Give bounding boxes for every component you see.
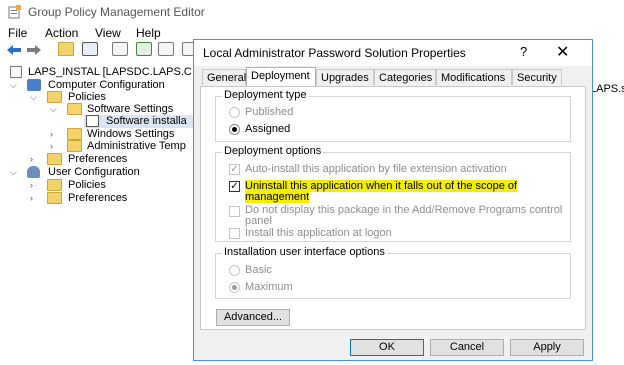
gpo-app-icon xyxy=(8,5,21,19)
up-folder-icon[interactable] xyxy=(58,42,74,56)
chevron-down-icon[interactable]: ⌵ xyxy=(50,104,57,115)
back-arrow-icon[interactable] xyxy=(6,44,22,56)
install-at-logon-label: Install this application at logon xyxy=(245,227,392,239)
tree-user-preferences[interactable]: › Preferences xyxy=(30,192,195,205)
chevron-right-icon[interactable]: › xyxy=(30,180,33,190)
tree-software-installation[interactable]: Software installa xyxy=(84,115,195,128)
folder-icon xyxy=(67,103,82,115)
chevron-down-icon[interactable]: ⌵ xyxy=(10,80,17,91)
tree-label: User Configuration xyxy=(48,166,140,178)
export-list-icon[interactable] xyxy=(158,42,174,56)
tree-label: Preferences xyxy=(68,192,128,204)
menu-action[interactable]: Action xyxy=(45,26,78,40)
tree-label: Administrative Temp xyxy=(87,140,186,152)
folder-icon xyxy=(67,140,82,152)
tree-label: Computer Configuration xyxy=(48,79,165,91)
tab-categories[interactable]: Categories xyxy=(374,69,436,85)
auto-install-label: Auto-install this application by file ex… xyxy=(245,163,507,175)
advanced-button[interactable]: Advanced... xyxy=(216,309,290,326)
menu-file[interactable]: File xyxy=(8,26,27,40)
apply-button[interactable]: Apply xyxy=(510,339,584,356)
console-tree: LAPS_INSTAL [LAPSDC.LAPS.C ⌵ Computer Co… xyxy=(0,62,195,362)
chevron-right-icon[interactable]: › xyxy=(30,193,33,203)
group-label: Deployment options xyxy=(222,145,324,157)
tab-general[interactable]: General xyxy=(202,69,246,85)
tree-label: Software Settings xyxy=(87,103,174,115)
auto-install-checkbox[interactable]: ✓ xyxy=(229,164,240,175)
no-display-label-line1: Do not display this package in the Add/R… xyxy=(245,204,563,216)
tab-security[interactable]: Security xyxy=(512,69,562,85)
chevron-right-icon[interactable]: › xyxy=(50,141,53,151)
chevron-down-icon[interactable]: ⌵ xyxy=(30,92,37,103)
user-icon xyxy=(27,166,40,178)
folder-icon xyxy=(47,192,62,204)
assigned-radio[interactable] xyxy=(229,124,240,135)
properties-dialog: Local Administrator Password Solution Pr… xyxy=(193,39,593,361)
maximum-radio[interactable] xyxy=(229,282,240,293)
maximum-label: Maximum xyxy=(245,281,293,293)
dialog-titlebar: Local Administrator Password Solution Pr… xyxy=(194,40,592,66)
group-label: Deployment type xyxy=(222,89,309,101)
refresh-icon[interactable] xyxy=(136,42,152,56)
folder-icon xyxy=(67,128,82,140)
folder-icon xyxy=(47,91,62,103)
editor-title: Group Policy Management Editor xyxy=(28,5,205,19)
published-radio[interactable] xyxy=(229,107,240,118)
basic-label: Basic xyxy=(245,264,272,276)
published-label: Published xyxy=(245,106,294,118)
computer-icon xyxy=(27,79,41,91)
folder-icon xyxy=(47,179,62,191)
deployment-type-group: Deployment type Published Assigned xyxy=(215,89,571,142)
tree-label: Software installa xyxy=(106,115,187,127)
ok-button[interactable]: OK xyxy=(350,339,424,356)
uninstall-checkbox[interactable]: ✓ xyxy=(229,181,240,192)
tree-label: Policies xyxy=(68,91,106,103)
editor-titlebar: Group Policy Management Editor xyxy=(0,0,624,24)
tab-deployment[interactable]: Deployment xyxy=(246,67,316,86)
tree-root-label: LAPS_INSTAL [LAPSDC.LAPS.C xyxy=(28,66,192,78)
tree-preferences[interactable]: › Preferences xyxy=(30,153,195,166)
chevron-right-icon[interactable]: › xyxy=(30,154,33,164)
uninstall-label-line2: management xyxy=(245,191,310,203)
install-at-logon-checkbox[interactable] xyxy=(229,228,240,239)
deployment-options-group: Deployment options ✓ Auto-install this a… xyxy=(215,145,571,242)
no-display-checkbox[interactable] xyxy=(229,206,240,217)
tree-label: Preferences xyxy=(68,153,128,165)
tree-user-policies[interactable]: › Policies xyxy=(30,179,195,192)
installation-ui-options-group: Installation user interface options Basi… xyxy=(215,246,571,299)
basic-radio[interactable] xyxy=(229,265,240,276)
gpo-document-icon xyxy=(10,66,22,78)
forward-arrow-icon[interactable] xyxy=(26,44,42,56)
help-button[interactable]: ? xyxy=(520,44,527,59)
properties-icon[interactable] xyxy=(112,42,128,56)
show-tree-icon[interactable] xyxy=(82,42,98,56)
no-display-label-line2: panel xyxy=(245,215,272,227)
chevron-right-icon[interactable]: › xyxy=(50,129,53,139)
deployment-tab-panel: Deployment type Published Assigned Deplo… xyxy=(200,86,586,330)
tab-modifications[interactable]: Modifications xyxy=(436,69,512,85)
cancel-button[interactable]: Cancel xyxy=(430,339,504,356)
tree-root-gpo[interactable]: LAPS_INSTAL [LAPSDC.LAPS.C xyxy=(10,66,195,79)
chevron-down-icon[interactable]: ⌵ xyxy=(10,167,17,178)
tree-user-configuration[interactable]: ⌵ User Configuration xyxy=(10,166,195,179)
tab-upgrades[interactable]: Upgrades xyxy=(316,69,374,85)
menu-view[interactable]: View xyxy=(95,26,121,40)
dialog-title: Local Administrator Password Solution Pr… xyxy=(203,46,466,60)
tree-label: Windows Settings xyxy=(87,128,175,140)
package-icon xyxy=(86,115,99,127)
menu-help[interactable]: Help xyxy=(136,26,161,40)
folder-icon xyxy=(47,153,62,165)
close-icon[interactable]: ✕ xyxy=(556,42,569,62)
details-pane-item[interactable]: LAPS.s xyxy=(590,83,624,95)
tree-administrative-templates[interactable]: › Administrative Temp xyxy=(50,140,195,153)
tree-label: Policies xyxy=(68,179,106,191)
assigned-label: Assigned xyxy=(245,123,291,135)
group-label: Installation user interface options xyxy=(222,246,387,258)
